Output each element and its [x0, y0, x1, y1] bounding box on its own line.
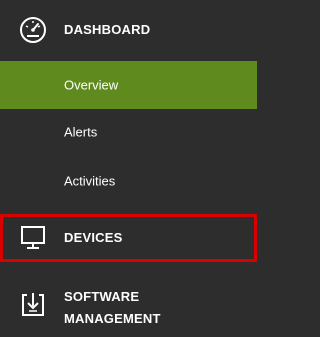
software-label-line1: SOFTWARE: [64, 289, 140, 304]
nav-section-dashboard-label: DASHBOARD: [64, 22, 151, 37]
software-label-line2: MANAGEMENT: [64, 311, 161, 326]
nav-section-devices-label: DEVICES: [64, 230, 123, 245]
nav-section-dashboard[interactable]: DASHBOARD: [0, 8, 257, 52]
nav-item-alerts-label: Alerts: [64, 124, 98, 140]
nav-item-activities[interactable]: Activities: [0, 157, 257, 205]
sidebar-nav: DASHBOARD Overview Alerts Activities DEV…: [0, 0, 257, 337]
nav-section-software-management-label: SOFTWARE MANAGEMENT: [64, 286, 161, 330]
software-download-icon: [17, 289, 49, 321]
monitor-icon: [17, 222, 49, 254]
nav-item-activities-label: Activities: [64, 173, 116, 189]
nav-section-devices[interactable]: DEVICES: [0, 214, 257, 262]
dashboard-gauge-icon: [17, 14, 49, 46]
nav-item-alerts[interactable]: Alerts: [0, 108, 257, 156]
nav-item-overview-label: Overview: [64, 77, 119, 93]
nav-item-overview[interactable]: Overview: [0, 61, 257, 109]
nav-section-software-management[interactable]: SOFTWARE MANAGEMENT: [0, 278, 257, 332]
